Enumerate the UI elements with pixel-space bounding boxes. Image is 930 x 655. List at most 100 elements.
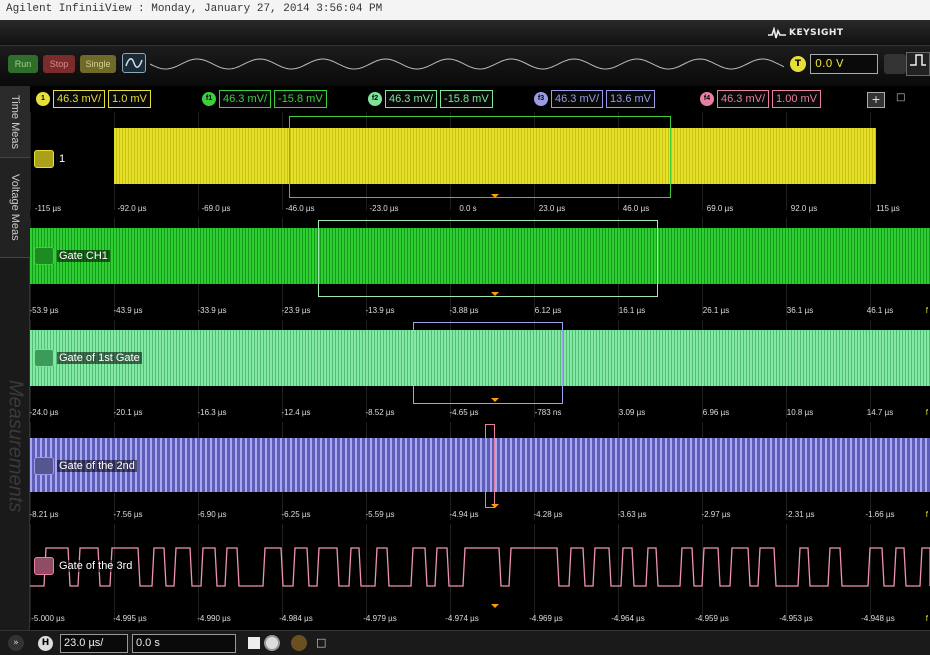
- tick-label: 23.0 µs: [538, 204, 566, 213]
- tick-label: -92.0 µs: [117, 204, 147, 213]
- function-4-scale[interactable]: f4 46.3 mV/ 1.00 mV: [700, 89, 821, 109]
- timebase-position-field[interactable]: 0.0 s: [132, 634, 236, 653]
- tick-label: -4.28 µs: [533, 510, 563, 519]
- acquisition-toolbar: Run Stop Single T 0.0 V: [0, 46, 930, 86]
- tick-label: 69.0 µs: [706, 204, 734, 213]
- zoom-window-2[interactable]: [318, 220, 658, 297]
- tick-trailing: f: [925, 306, 928, 315]
- channel-scale-row: 1 46.3 mV/ 1.0 mV f1 46.3 mV/ -15.8 mV f…: [30, 86, 930, 112]
- tick-label: -16.3 µs: [197, 408, 227, 417]
- tick-label: -7.56 µs: [113, 510, 143, 519]
- channel-badge: 1: [36, 92, 50, 106]
- trigger-marker: [491, 398, 499, 402]
- trigger-edge-icon[interactable]: [884, 54, 906, 74]
- function-1-icon: [34, 247, 54, 265]
- trigger-mode-button[interactable]: [906, 52, 930, 76]
- left-tab-panel: Time Meas Voltage Meas Measurements: [0, 86, 30, 630]
- zoom-icon[interactable]: [264, 635, 280, 651]
- tab-time-meas[interactable]: Time Meas: [0, 86, 30, 158]
- channel-scale-field[interactable]: 46.3 mV/: [717, 90, 770, 108]
- channel-offset-field[interactable]: 13.6 mV: [606, 90, 655, 108]
- panel-3-label: Gate of 1st Gate: [34, 349, 142, 367]
- tick-label: -2.97 µs: [701, 510, 731, 519]
- channel-offset-field[interactable]: 1.00 mV: [772, 90, 821, 108]
- timebase-scale-field[interactable]: 23.0 µs/: [60, 634, 128, 653]
- settings-icon[interactable]: [291, 635, 307, 651]
- keysight-logo: KEYSIGHT: [768, 24, 844, 42]
- function-4-icon: [34, 557, 54, 575]
- panel-label-text: Gate of the 2nd: [57, 460, 137, 472]
- tick-label: 10.8 µs: [786, 408, 814, 417]
- channel-scale-field[interactable]: 46.3 mV/: [219, 90, 272, 108]
- tick-label: -33.9 µs: [197, 306, 227, 315]
- tick-label: -3.88 µs: [449, 306, 479, 315]
- window-title: Agilent InfiniiView : Monday, January 27…: [0, 0, 930, 20]
- function-2-scale[interactable]: f2 46.3 mV/ -15.8 mV: [368, 89, 493, 109]
- single-button[interactable]: Single: [80, 55, 116, 73]
- function-3-icon: [34, 457, 54, 475]
- channel-offset-field[interactable]: -15.8 mV: [274, 90, 327, 108]
- tick-label: -4.974 µs: [445, 614, 479, 623]
- tick-label: -4.995 µs: [113, 614, 147, 623]
- channel-1-scale[interactable]: 1 46.3 mV/ 1.0 mV: [36, 89, 151, 109]
- tick-label: -4.94 µs: [449, 510, 479, 519]
- autoscale-icon: [125, 58, 143, 68]
- trigger-marker: [491, 604, 499, 608]
- tick-label: -20.1 µs: [113, 408, 143, 417]
- zoom-window-1[interactable]: [289, 116, 671, 198]
- tick-label: 0.0 s: [459, 204, 477, 213]
- channel-scale-field[interactable]: 46.3 mV/: [53, 90, 106, 108]
- tab-measurements[interactable]: Measurements: [0, 356, 30, 536]
- zoom-window-3[interactable]: [413, 322, 563, 404]
- tab-voltage-meas[interactable]: Voltage Meas: [0, 158, 30, 258]
- tick-label: -23.9 µs: [281, 306, 311, 315]
- stop-square-icon[interactable]: [248, 637, 260, 649]
- tick-label: 26.1 µs: [702, 306, 730, 315]
- brand-name: KEYSIGHT: [789, 28, 844, 38]
- tick-label: -4.65 µs: [449, 408, 479, 417]
- channel-offset-field[interactable]: 1.0 mV: [108, 90, 151, 108]
- panel-1-ticks: -115 µs -92.0 µs -69.0 µs -46.0 µs -23.0…: [30, 204, 930, 218]
- add-function-button[interactable]: +: [867, 92, 885, 108]
- channel-offset-field[interactable]: -15.8 mV: [440, 90, 493, 108]
- trigger-level-field[interactable]: 0.0 V: [810, 54, 878, 74]
- tick-label: -8.52 µs: [365, 408, 395, 417]
- tick-label: -4.948 µs: [861, 614, 895, 623]
- channel-scale-field[interactable]: 46.3 mV/: [551, 90, 604, 108]
- panel-label-text: Gate CH1: [57, 250, 110, 262]
- tick-label: -4.984 µs: [279, 614, 313, 623]
- channel-scale-field[interactable]: 46.3 mV/: [385, 90, 438, 108]
- tick-label: 46.1 µs: [866, 306, 894, 315]
- timebase-bar: » H 23.0 µs/ 0.0 s □: [0, 630, 930, 655]
- tick-label: -5.000 µs: [31, 614, 65, 623]
- tick-label: -115 µs: [34, 204, 62, 213]
- panel-3-ticks: -24.0 µs -20.1 µs -16.3 µs -12.4 µs -8.5…: [30, 408, 930, 422]
- panel-label-text: 1: [57, 153, 68, 165]
- panel-label-text: Gate of 1st Gate: [57, 352, 142, 364]
- tick-label: 14.7 µs: [866, 408, 894, 417]
- stop-button[interactable]: Stop: [43, 55, 75, 73]
- autoscale-button[interactable]: [122, 53, 146, 73]
- pin-icon[interactable]: □: [896, 92, 905, 103]
- tick-label: -23.0 µs: [369, 204, 399, 213]
- expand-icon[interactable]: »: [8, 635, 24, 651]
- tick-label: 115 µs: [876, 204, 900, 213]
- tick-label: -3.63 µs: [617, 510, 647, 519]
- trigger-marker: [491, 194, 499, 198]
- tick-trailing: f: [925, 408, 928, 417]
- function-1-scale[interactable]: f1 46.3 mV/ -15.8 mV: [202, 89, 327, 109]
- run-button[interactable]: Run: [8, 55, 38, 73]
- waveform-display[interactable]: 1 -115 µs -92.0 µs -69.0 µs -46.0 µs -23…: [30, 112, 930, 630]
- pin-icon[interactable]: □: [316, 636, 326, 649]
- tick-label: -8.21 µs: [30, 510, 59, 519]
- tick-label: 92.0 µs: [790, 204, 818, 213]
- tick-label: -13.9 µs: [365, 306, 395, 315]
- trigger-marker: [491, 292, 499, 296]
- tick-label: 16.1 µs: [618, 306, 646, 315]
- tick-label: -24.0 µs: [30, 408, 59, 417]
- tick-label: 46.0 µs: [622, 204, 650, 213]
- function-3-scale[interactable]: f3 46.3 mV/ 13.6 mV: [534, 89, 655, 109]
- zoom-window-4[interactable]: [485, 424, 495, 508]
- panel-1-label: 1: [34, 150, 68, 168]
- trigger-marker: [491, 504, 499, 508]
